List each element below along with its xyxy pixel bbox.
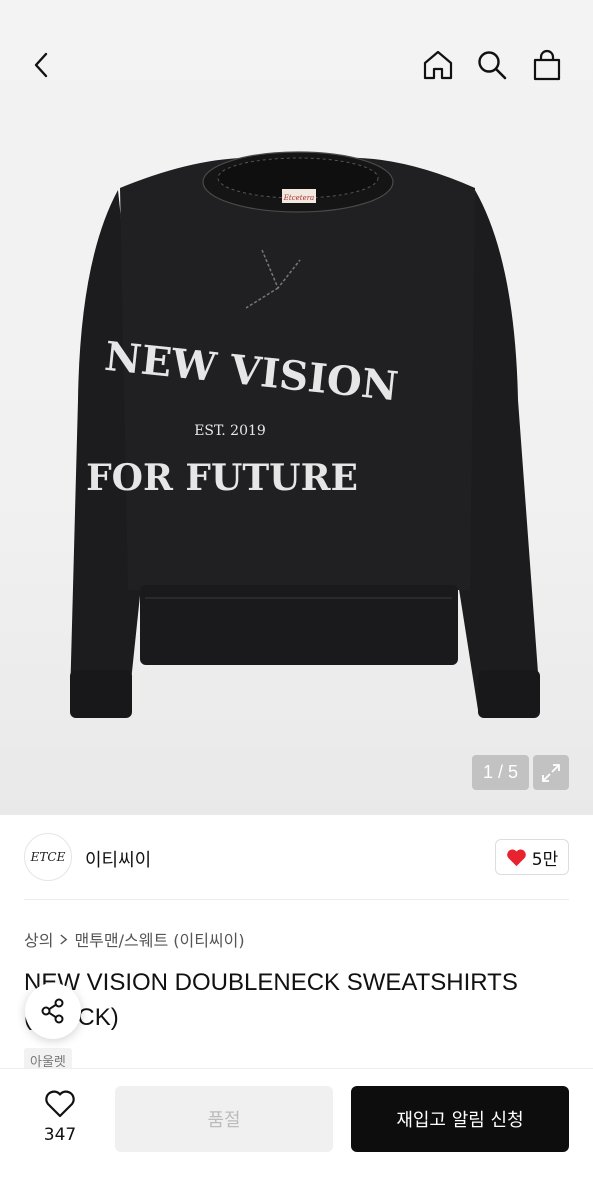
chevron-right-icon	[60, 933, 68, 945]
brand-row: ETCE 이티씨이 5만	[24, 830, 569, 886]
back-button[interactable]	[22, 45, 62, 85]
brand-like-button[interactable]: 5만	[495, 839, 569, 875]
product-photo: Etcetera NEW VISION EST. 2019 FOR FUTURE	[70, 151, 540, 718]
top-nav-bar	[0, 0, 593, 130]
breadcrumb: 상의 맨투맨/스웨트 (이티씨이)	[24, 927, 245, 951]
share-icon	[41, 998, 64, 1024]
heart-filled-icon	[506, 848, 526, 866]
brand-like-count: 5만	[531, 849, 559, 870]
print-for-future: FOR FUTURE	[86, 457, 358, 499]
wishlist-button[interactable]: 347	[32, 1089, 88, 1145]
expand-icon	[542, 763, 560, 782]
neck-label-text: Etcetera	[283, 194, 314, 202]
breadcrumb-level2[interactable]: 맨투맨/스웨트 (이티씨이)	[74, 927, 244, 951]
shopping-bag-icon	[533, 49, 561, 81]
search-button[interactable]	[472, 45, 512, 85]
search-icon	[478, 51, 507, 80]
home-icon	[423, 50, 453, 80]
product-image-carousel[interactable]: Etcetera NEW VISION EST. 2019 FOR FUTURE…	[0, 0, 593, 815]
bottom-action-bar: 347 품절 재입고 알림 신청	[0, 1068, 593, 1200]
restock-alert-button[interactable]: 재입고 알림 신청	[351, 1086, 569, 1152]
cart-button[interactable]	[527, 45, 567, 85]
product-title: NEW VISION DOUBLENECK SWEATSHIRTS (BLACK…	[24, 969, 518, 1031]
wishlist-count: 347	[43, 1125, 77, 1145]
share-button[interactable]	[25, 983, 81, 1039]
divider	[24, 899, 569, 900]
heart-outline-icon	[45, 1090, 75, 1118]
print-est: EST. 2019	[194, 423, 266, 439]
expand-image-button[interactable]	[533, 755, 569, 790]
brand-name[interactable]: 이티씨이	[85, 846, 151, 872]
home-button[interactable]	[418, 45, 458, 85]
soldout-button: 품절	[115, 1086, 333, 1152]
brand-logo[interactable]: ETCE	[24, 833, 72, 881]
breadcrumb-level1[interactable]: 상의	[24, 927, 53, 951]
chevron-left-icon	[34, 52, 48, 78]
image-counter: 1 / 5	[472, 755, 529, 790]
